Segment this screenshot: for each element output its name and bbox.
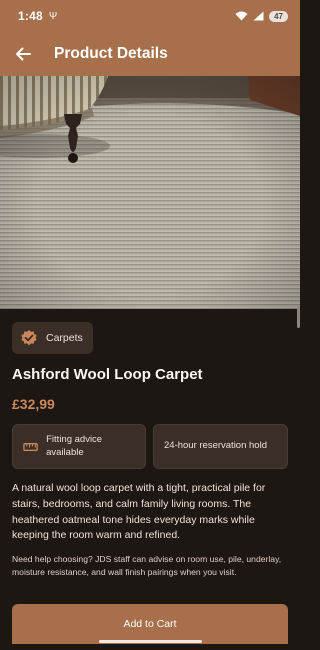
status-time: 1:48 (18, 9, 43, 23)
page-title: Product Details (54, 45, 168, 62)
fitting-advice-text: Fitting advice available (46, 433, 103, 458)
add-to-cart-button[interactable]: Add to Cart (12, 604, 288, 644)
fitting-advice-card: Fitting advice available (12, 424, 146, 469)
product-details-screen: 1:48 Ψ 47 Product Details Carpets Ashfor… (0, 0, 300, 650)
gesture-bar (99, 640, 202, 643)
reservation-hold-card: 24-hour reservation hold (153, 424, 288, 469)
reservation-hold-text: 24-hour reservation hold (164, 440, 267, 452)
signal-icon (253, 11, 264, 21)
verified-badge-icon (21, 330, 37, 346)
arrow-left-icon (16, 47, 31, 61)
scroll-indicator (297, 306, 300, 328)
category-chip[interactable]: Carpets (12, 322, 93, 354)
help-text: Need help choosing? JDS staff can advise… (12, 554, 282, 578)
status-bar: 1:48 Ψ 47 (0, 0, 300, 32)
app-bar: Product Details (0, 32, 300, 76)
back-button[interactable] (12, 43, 34, 65)
product-description: A natural wool loop carpet with a tight,… (12, 482, 266, 542)
battery-indicator: 47 (269, 10, 288, 22)
ruler-icon (23, 442, 38, 451)
usb-icon: Ψ (48, 10, 58, 22)
product-image (0, 76, 300, 309)
wifi-icon (235, 11, 248, 21)
product-title: Ashford Wool Loop Carpet (12, 366, 203, 383)
product-price: £32,99 (12, 396, 55, 412)
status-icons: 47 (235, 10, 288, 22)
category-label: Carpets (46, 332, 83, 344)
